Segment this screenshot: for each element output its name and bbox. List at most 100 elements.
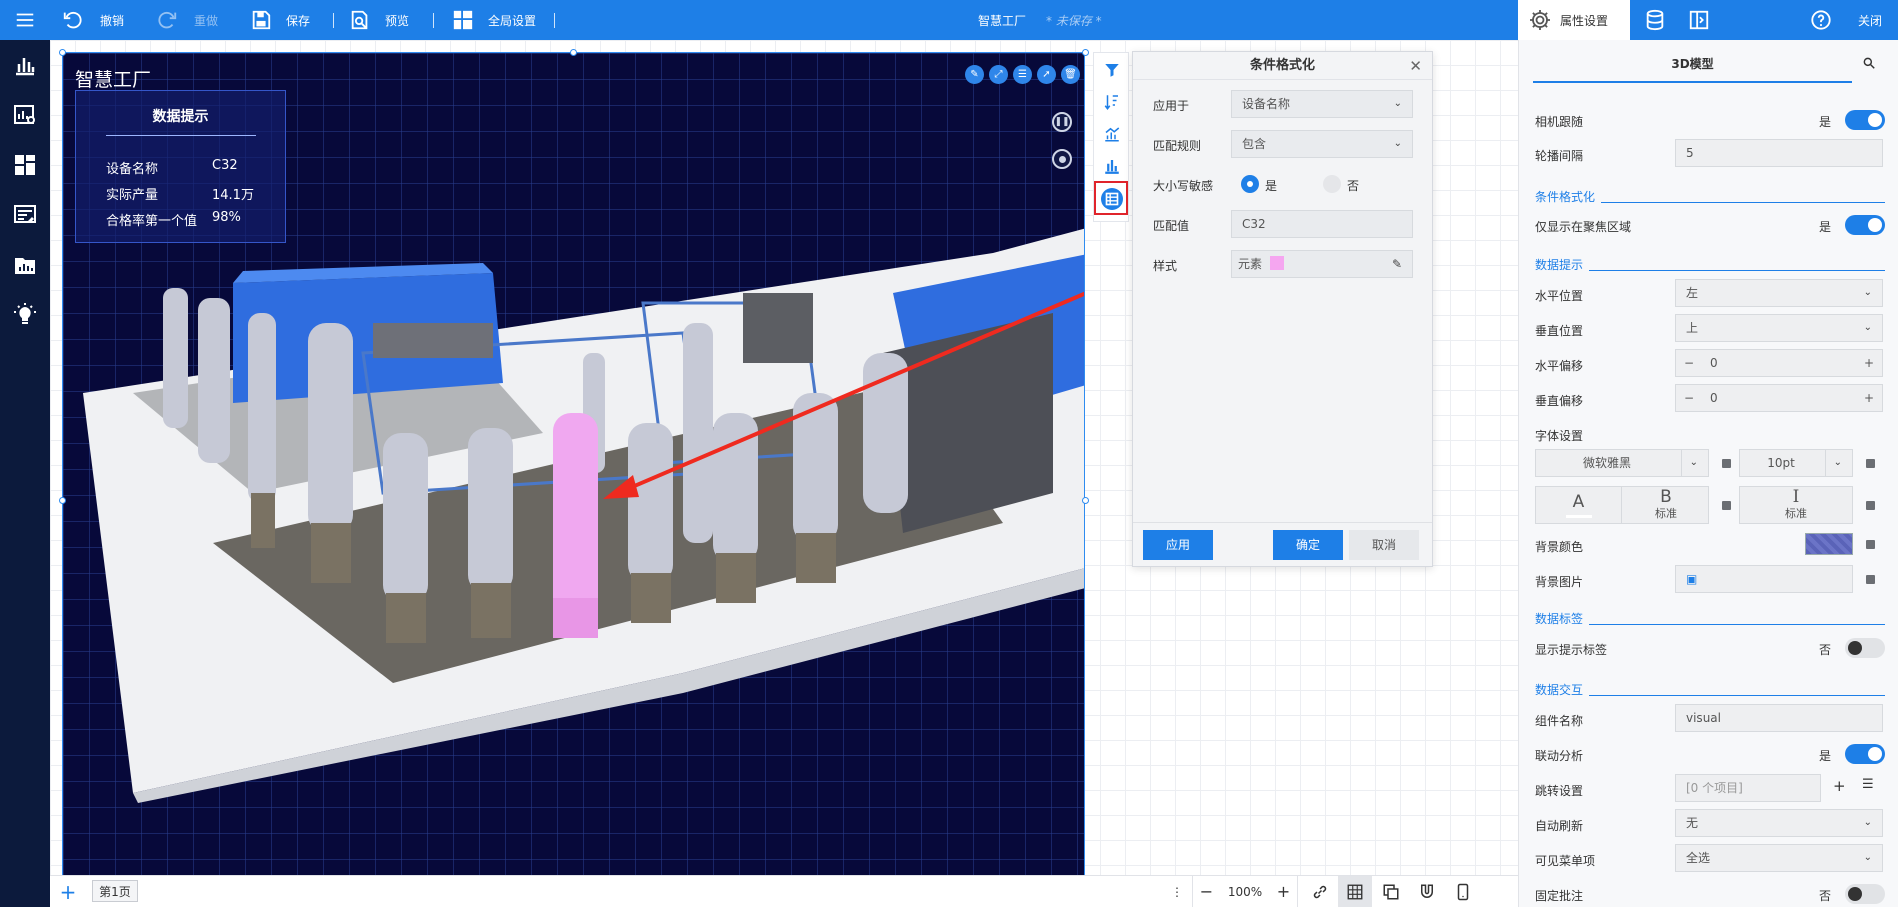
fullscreen-button[interactable]: ⤢ xyxy=(989,65,1008,84)
help-button[interactable] xyxy=(1810,0,1832,40)
font-color-button[interactable]: A xyxy=(1536,487,1622,523)
font-italic-reset-marker[interactable] xyxy=(1866,501,1875,510)
filter-icon[interactable] xyxy=(1103,61,1121,79)
highlighted-column-c32[interactable] xyxy=(553,413,598,618)
component-name-input[interactable]: visual xyxy=(1675,704,1883,732)
folder-chart-icon[interactable] xyxy=(13,253,37,277)
search-icon[interactable] xyxy=(1862,56,1876,73)
add-page-button[interactable]: + xyxy=(56,876,80,907)
bg-image-picker[interactable]: ▣ xyxy=(1675,565,1853,593)
show-tip-toggle[interactable] xyxy=(1845,638,1885,658)
zoom-level[interactable]: 100% xyxy=(1220,876,1270,907)
dialog-close-button[interactable]: ✕ xyxy=(1409,52,1422,80)
resize-handle[interactable] xyxy=(59,497,66,504)
camera-reset-button[interactable] xyxy=(1052,149,1072,169)
comment-button[interactable]: ☰ xyxy=(1013,65,1032,84)
h-offset-stepper[interactable]: − 0 + xyxy=(1675,349,1883,377)
redo-button[interactable]: 重做 xyxy=(156,0,218,40)
add-jump-icon[interactable]: + xyxy=(1833,777,1846,795)
font-size-reset-marker[interactable] xyxy=(1866,459,1875,468)
magnet-icon[interactable] xyxy=(1410,876,1444,907)
data-source-button[interactable] xyxy=(1644,0,1666,40)
fixed-note-toggle[interactable] xyxy=(1845,884,1885,904)
resize-handle[interactable] xyxy=(1082,497,1089,504)
close-icon: ✕ xyxy=(1409,57,1422,75)
tab-3d-model[interactable]: 3D模型 xyxy=(1533,51,1852,83)
more-options-icon[interactable]: ⋮ xyxy=(1170,876,1184,907)
preview-button[interactable]: 预览 xyxy=(349,0,409,40)
menu-button[interactable] xyxy=(14,0,36,40)
delete-button[interactable]: 🗑 xyxy=(1061,65,1080,84)
conditional-format-button[interactable] xyxy=(1094,181,1128,215)
apply-button[interactable]: 应用 xyxy=(1143,530,1213,560)
resize-handle[interactable] xyxy=(59,49,66,56)
case-no-radio[interactable] xyxy=(1323,175,1341,193)
mobile-icon[interactable] xyxy=(1446,876,1480,907)
auto-refresh-label: 自动刷新 xyxy=(1535,819,1584,833)
font-reset-marker[interactable] xyxy=(1722,459,1731,468)
carousel-interval-input[interactable]: 5 xyxy=(1675,139,1883,167)
cancel-button[interactable]: 取消 xyxy=(1349,530,1419,560)
undo-label: 撤销 xyxy=(100,13,125,28)
fixed-note-value: 否 xyxy=(1819,889,1832,903)
font-family-select[interactable]: 微软雅黑 ⌄ xyxy=(1535,449,1709,477)
camera-follow-toggle[interactable] xyxy=(1845,110,1885,130)
v-offset-stepper[interactable]: − 0 + xyxy=(1675,384,1883,412)
bg-color-reset-marker[interactable] xyxy=(1866,540,1875,549)
v-position-select[interactable]: 上 ⌄ xyxy=(1675,314,1883,342)
jump-settings-field[interactable]: [0 个项目] xyxy=(1675,774,1821,802)
save-button[interactable]: 保存 xyxy=(250,0,310,40)
share-button[interactable]: ➚ xyxy=(1037,65,1056,84)
resize-handle[interactable] xyxy=(570,49,577,56)
undo-button[interactable]: 撤销 xyxy=(62,0,124,40)
analysis-chart-icon[interactable] xyxy=(1103,125,1121,143)
minus-icon[interactable]: − xyxy=(1684,350,1694,376)
dashboard-grid-icon[interactable] xyxy=(13,153,37,177)
link-icon[interactable] xyxy=(1304,876,1336,907)
chart-search-icon[interactable] xyxy=(13,103,37,127)
pause-button[interactable]: ❚❚ xyxy=(1052,112,1072,132)
bg-image-reset-marker[interactable] xyxy=(1866,575,1875,584)
edit-button[interactable]: ✎ xyxy=(965,65,984,84)
font-bold-button[interactable]: B 标准 xyxy=(1623,487,1709,523)
resize-handle[interactable] xyxy=(1082,49,1089,56)
bg-color-swatch[interactable] xyxy=(1805,533,1853,555)
lightbulb-icon[interactable] xyxy=(13,303,37,327)
minus-icon[interactable]: − xyxy=(1684,385,1694,411)
focus-only-toggle[interactable] xyxy=(1845,215,1885,235)
ok-button[interactable]: 确定 xyxy=(1273,530,1343,560)
h-position-select[interactable]: 左 ⌄ xyxy=(1675,279,1883,307)
3d-model-component[interactable]: 智慧工厂 数据提示 设备名称 C32 实际产量 14.1万 合格率第一个值 98% ✎… xyxy=(62,52,1085,875)
font-style-reset-marker[interactable] xyxy=(1722,501,1731,510)
close-button[interactable]: 关闭 xyxy=(1858,0,1882,40)
bar-chart-icon[interactable] xyxy=(1103,157,1121,175)
delete-icon: 🗑 xyxy=(1064,69,1077,80)
grid-icon[interactable] xyxy=(1338,876,1372,907)
tab-property-settings[interactable]: 属性设置 xyxy=(1518,0,1630,40)
v-offset-value: 0 xyxy=(1710,391,1718,405)
menu-items-select[interactable]: 全选 ⌄ xyxy=(1675,844,1883,872)
font-italic-button[interactable]: I 标准 xyxy=(1739,486,1853,524)
zoom-out-button[interactable]: − xyxy=(1192,876,1220,907)
layer-icon[interactable] xyxy=(1374,876,1408,907)
list-icon[interactable]: ☰ xyxy=(1862,777,1874,792)
report-icon[interactable] xyxy=(13,203,37,227)
page-tab-1[interactable]: 第1页 xyxy=(92,880,138,902)
style-picker[interactable]: 元素 ✎ xyxy=(1231,250,1413,278)
edit-style-icon[interactable]: ✎ xyxy=(1392,251,1402,277)
zoom-in-button[interactable]: + xyxy=(1270,876,1298,907)
global-settings-button[interactable]: 全局设置 xyxy=(452,0,536,40)
panel-toggle-button[interactable] xyxy=(1688,0,1710,40)
linkage-toggle[interactable] xyxy=(1845,744,1885,764)
auto-refresh-select[interactable]: 无 ⌄ xyxy=(1675,809,1883,837)
font-size-select[interactable]: 10pt ⌄ xyxy=(1739,449,1853,477)
plus-icon[interactable]: + xyxy=(1864,385,1874,411)
chart-bar-icon[interactable] xyxy=(13,53,37,77)
apply-to-select[interactable]: 设备名称 ⌄ xyxy=(1231,90,1413,118)
sort-icon[interactable] xyxy=(1103,93,1121,111)
case-yes-radio[interactable] xyxy=(1241,175,1259,193)
match-rule-select[interactable]: 包含 ⌄ xyxy=(1231,130,1413,158)
pause-icon: ❚❚ xyxy=(1054,117,1070,127)
match-value-input[interactable]: C32 xyxy=(1231,210,1413,238)
plus-icon[interactable]: + xyxy=(1864,350,1874,376)
